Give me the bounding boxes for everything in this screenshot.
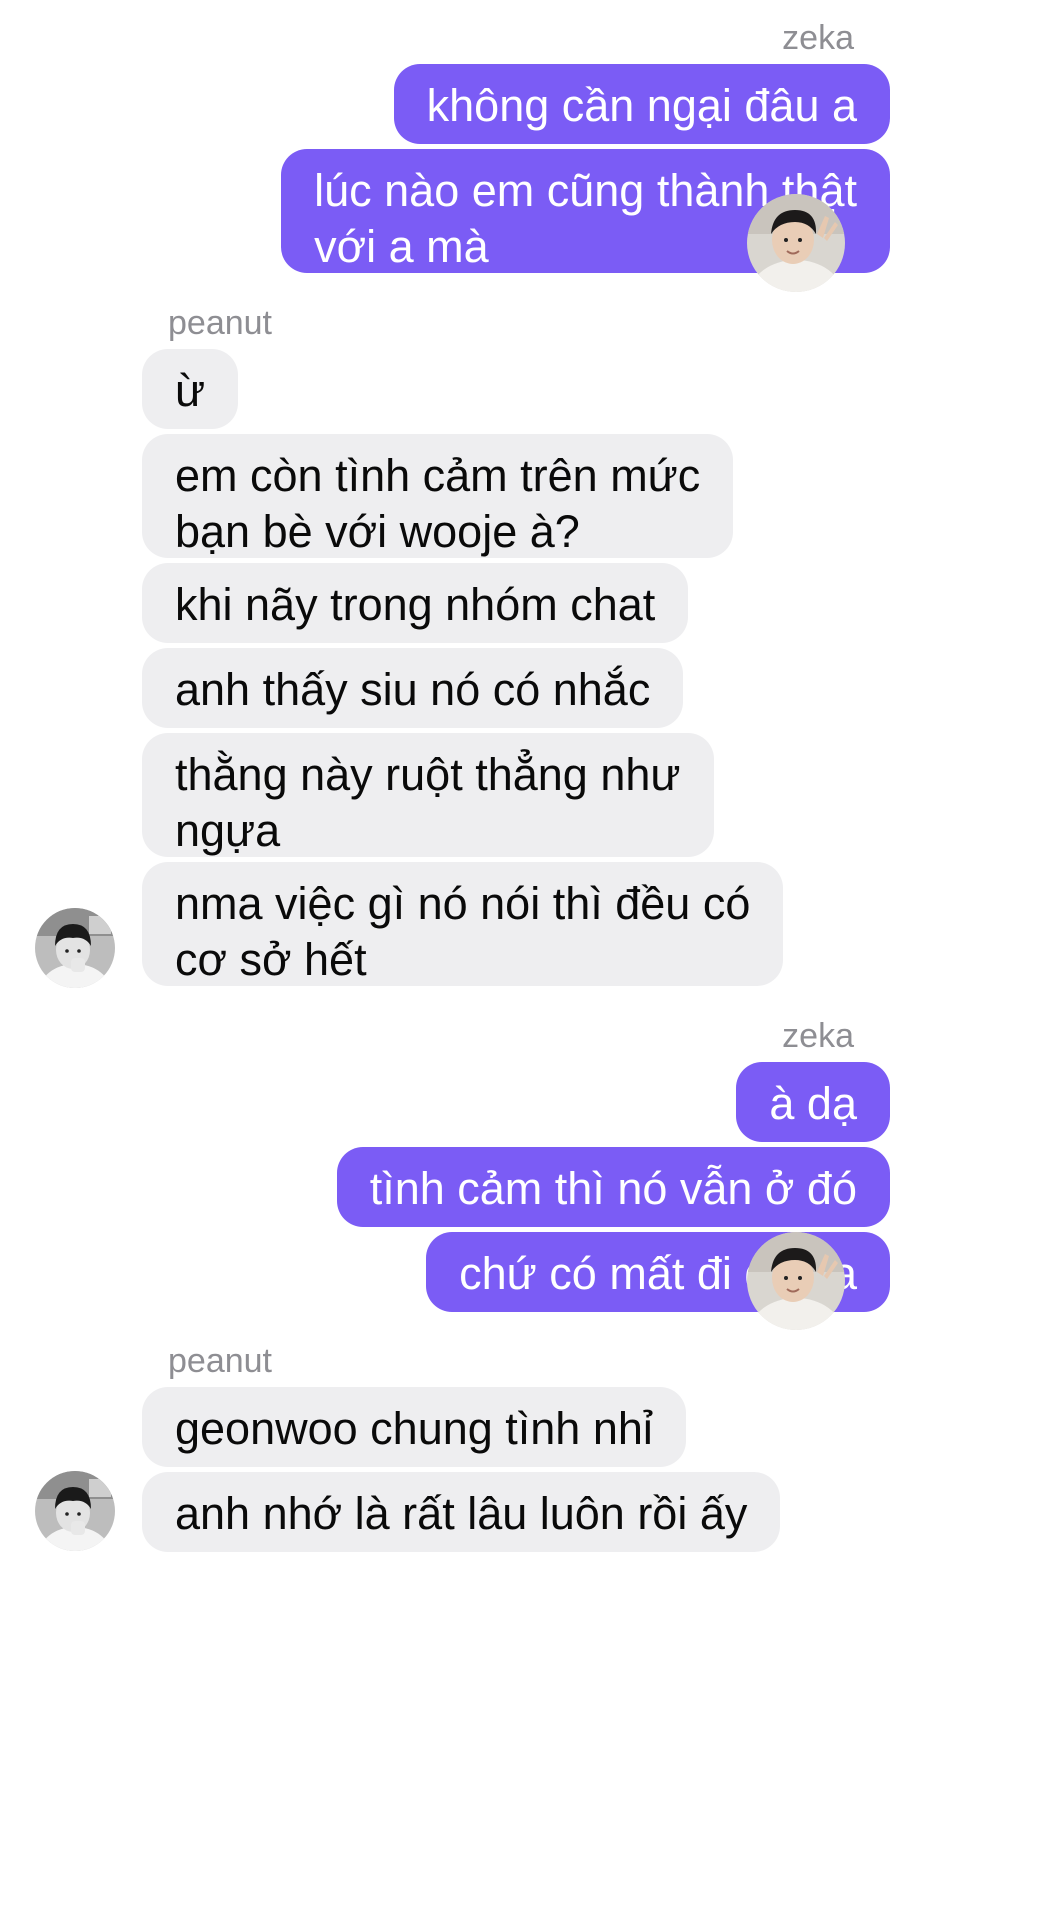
incoming-message-bubble[interactable]: ừ	[142, 349, 239, 429]
zeka-avatar-photo	[747, 194, 845, 292]
zeka-avatar[interactable]	[747, 1232, 845, 1330]
incoming-message-bubble[interactable]: khi nãy trong nhóm chat	[142, 563, 689, 643]
outgoing-message-bubble[interactable]: không cần ngại đâu a	[393, 64, 890, 144]
incoming-message-bubble[interactable]: thằng này ruột thẳng như ngựa	[142, 733, 714, 857]
incoming-message-bubble[interactable]: geonwoo chung tình nhỉ	[142, 1387, 686, 1467]
sender-name-zeka: zeka	[782, 1017, 854, 1055]
zeka-avatar-photo	[747, 1232, 845, 1330]
peanut-avatar-photo	[35, 1471, 115, 1551]
incoming-message-bubble[interactable]: nma việc gì nó nói thì đều có cơ sở hết	[142, 862, 784, 986]
peanut-avatar[interactable]	[35, 1471, 115, 1551]
sender-name-peanut: peanut	[168, 1342, 272, 1380]
peanut-avatar[interactable]	[35, 908, 115, 988]
incoming-message-bubble[interactable]: em còn tình cảm trên mức bạn bè với wooj…	[142, 434, 734, 558]
outgoing-message-bubble[interactable]: à dạ	[736, 1062, 890, 1142]
incoming-message-bubble[interactable]: anh thấy siu nó có nhắc	[142, 648, 684, 728]
zeka-avatar[interactable]	[747, 194, 845, 292]
sender-name-peanut: peanut	[168, 304, 272, 342]
peanut-avatar-photo	[35, 908, 115, 988]
outgoing-message-bubble[interactable]: tình cảm thì nó vẫn ở đó	[336, 1147, 890, 1227]
incoming-message-bubble[interactable]: anh nhớ là rất lâu luôn rồi ấy	[142, 1472, 781, 1552]
sender-name-zeka: zeka	[782, 19, 854, 57]
